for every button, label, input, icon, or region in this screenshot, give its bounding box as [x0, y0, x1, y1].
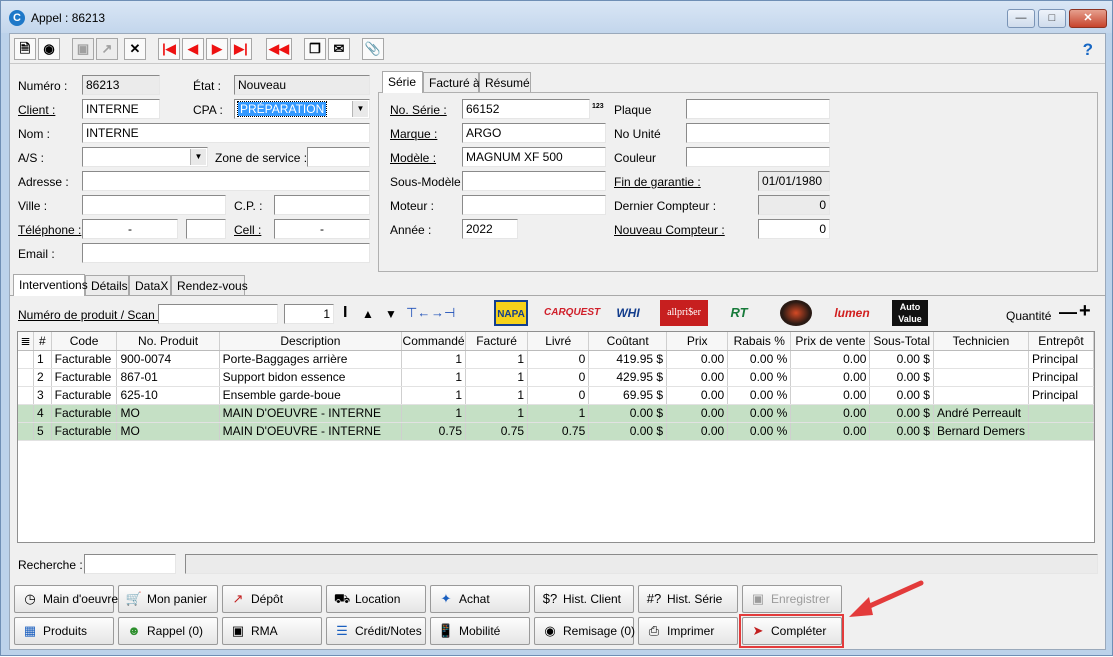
arrow-head — [849, 597, 873, 617]
annotation-arrow — [849, 580, 924, 617]
tab-serie[interactable]: Série — [382, 71, 423, 93]
tab-interventions[interactable]: Interventions — [13, 274, 88, 296]
arrow-shaft — [860, 580, 924, 612]
app-window: C Appel : 86213 — □ ✕ 🗎 ◉ ▣ ↗ ✕ |◀ ◀ ▶ ▶… — [0, 0, 1113, 656]
